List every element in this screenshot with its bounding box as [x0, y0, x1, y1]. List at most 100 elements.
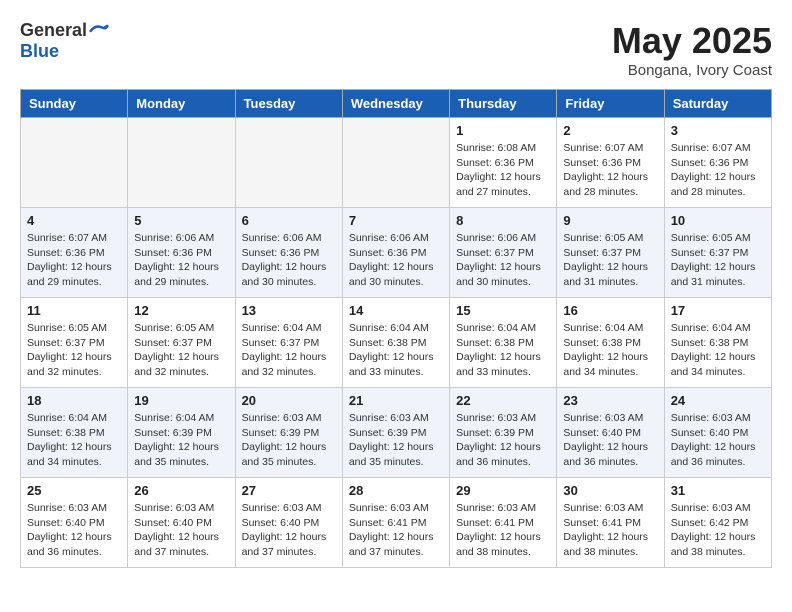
calendar-cell: 6Sunrise: 6:06 AM Sunset: 6:36 PM Daylig… [235, 208, 342, 298]
day-info: Sunrise: 6:07 AM Sunset: 6:36 PM Dayligh… [27, 231, 121, 290]
day-number: 8 [456, 213, 550, 228]
day-number: 25 [27, 483, 121, 498]
week-row: 11 Sunrise: 6:05 AM Sunset: 6:37 PM Dayli… [21, 298, 772, 388]
day-number: 16 [563, 303, 657, 318]
day-info: Sunrise: 6:04 AM Sunset: 6:39 PM Dayligh… [134, 411, 228, 470]
day-info: Sunrise: 6:03 AM Sunset: 6:40 PM Dayligh… [134, 501, 228, 560]
calendar-cell: 1Sunrise: 6:08 AM Sunset: 6:36 PM Daylig… [450, 118, 557, 208]
day-number: 13 [242, 303, 336, 318]
calendar-cell: 9 Sunrise: 6:05 AM Sunset: 6:37 PM Daylig… [557, 208, 664, 298]
day-number: 9 [563, 213, 657, 228]
day-number: 19 [134, 393, 228, 408]
day-info: Sunrise: 6:03 AM Sunset: 6:41 PM Dayligh… [456, 501, 550, 560]
page-header: General Blue May 2025 Bongana, Ivory Coa… [20, 20, 772, 79]
day-info: Sunrise: 6:06 AM Sunset: 6:36 PM Dayligh… [349, 231, 443, 290]
logo: General Blue [20, 20, 109, 62]
day-number: 31 [671, 483, 765, 498]
column-header-sunday: Sunday [21, 90, 128, 118]
calendar-cell [235, 118, 342, 208]
day-number: 26 [134, 483, 228, 498]
day-number: 14 [349, 303, 443, 318]
month-title: May 2025 [612, 20, 772, 62]
calendar-cell: 24 Sunrise: 6:03 AM Sunset: 6:40 PM Dayli… [664, 388, 771, 478]
day-number: 12 [134, 303, 228, 318]
calendar-cell: 28 Sunrise: 6:03 AM Sunset: 6:41 PM Dayli… [342, 478, 449, 568]
calendar-cell [128, 118, 235, 208]
calendar-cell: 29Sunrise: 6:03 AM Sunset: 6:41 PM Dayli… [450, 478, 557, 568]
calendar-cell: 13 Sunrise: 6:04 AM Sunset: 6:37 PM Dayli… [235, 298, 342, 388]
day-info: Sunrise: 6:05 AM Sunset: 6:37 PM Dayligh… [563, 231, 657, 290]
day-info: Sunrise: 6:03 AM Sunset: 6:42 PM Dayligh… [671, 501, 765, 560]
calendar-cell: 5 Sunrise: 6:06 AM Sunset: 6:36 PM Daylig… [128, 208, 235, 298]
logo-general-text: General [20, 20, 87, 41]
calendar-cell: 16 Sunrise: 6:04 AM Sunset: 6:38 PM Dayli… [557, 298, 664, 388]
day-number: 24 [671, 393, 765, 408]
calendar-cell: 8 Sunrise: 6:06 AM Sunset: 6:37 PM Daylig… [450, 208, 557, 298]
day-number: 30 [563, 483, 657, 498]
day-number: 11 [27, 303, 121, 318]
calendar-cell: 22Sunrise: 6:03 AM Sunset: 6:39 PM Dayli… [450, 388, 557, 478]
column-header-saturday: Saturday [664, 90, 771, 118]
calendar-cell: 19 Sunrise: 6:04 AM Sunset: 6:39 PM Dayli… [128, 388, 235, 478]
day-number: 2 [563, 123, 657, 138]
title-block: May 2025 Bongana, Ivory Coast [612, 20, 772, 79]
calendar-table: SundayMondayTuesdayWednesdayThursdayFrid… [20, 89, 772, 568]
day-number: 18 [27, 393, 121, 408]
day-number: 28 [349, 483, 443, 498]
calendar-cell: 10 Sunrise: 6:05 AM Sunset: 6:37 PM Dayli… [664, 208, 771, 298]
calendar-cell: 30 Sunrise: 6:03 AM Sunset: 6:41 PM Dayli… [557, 478, 664, 568]
column-header-friday: Friday [557, 90, 664, 118]
week-row: 18Sunrise: 6:04 AM Sunset: 6:38 PM Dayli… [21, 388, 772, 478]
day-number: 23 [563, 393, 657, 408]
day-info: Sunrise: 6:04 AM Sunset: 6:38 PM Dayligh… [563, 321, 657, 380]
day-number: 3 [671, 123, 765, 138]
column-header-monday: Monday [128, 90, 235, 118]
calendar-header-row: SundayMondayTuesdayWednesdayThursdayFrid… [21, 90, 772, 118]
column-header-thursday: Thursday [450, 90, 557, 118]
day-info: Sunrise: 6:06 AM Sunset: 6:37 PM Dayligh… [456, 231, 550, 290]
day-info: Sunrise: 6:04 AM Sunset: 6:37 PM Dayligh… [242, 321, 336, 380]
day-info: Sunrise: 6:03 AM Sunset: 6:39 PM Dayligh… [242, 411, 336, 470]
week-row: 25 Sunrise: 6:03 AM Sunset: 6:40 PM Dayli… [21, 478, 772, 568]
day-info: Sunrise: 6:05 AM Sunset: 6:37 PM Dayligh… [134, 321, 228, 380]
day-info: Sunrise: 6:03 AM Sunset: 6:40 PM Dayligh… [27, 501, 121, 560]
calendar-cell: 23 Sunrise: 6:03 AM Sunset: 6:40 PM Dayli… [557, 388, 664, 478]
day-number: 4 [27, 213, 121, 228]
day-number: 7 [349, 213, 443, 228]
day-info: Sunrise: 6:03 AM Sunset: 6:40 PM Dayligh… [671, 411, 765, 470]
day-number: 27 [242, 483, 336, 498]
logo-blue-text: Blue [20, 41, 59, 62]
calendar-cell: 15 Sunrise: 6:04 AM Sunset: 6:38 PM Dayli… [450, 298, 557, 388]
calendar-cell: 7 Sunrise: 6:06 AM Sunset: 6:36 PM Daylig… [342, 208, 449, 298]
calendar-cell: 31 Sunrise: 6:03 AM Sunset: 6:42 PM Dayli… [664, 478, 771, 568]
calendar-cell: 27Sunrise: 6:03 AM Sunset: 6:40 PM Dayli… [235, 478, 342, 568]
day-info: Sunrise: 6:05 AM Sunset: 6:37 PM Dayligh… [671, 231, 765, 290]
calendar-cell: 26 Sunrise: 6:03 AM Sunset: 6:40 PM Dayli… [128, 478, 235, 568]
day-number: 10 [671, 213, 765, 228]
day-info: Sunrise: 6:08 AM Sunset: 6:36 PM Dayligh… [456, 141, 550, 200]
calendar-cell: 21Sunrise: 6:03 AM Sunset: 6:39 PM Dayli… [342, 388, 449, 478]
calendar-cell: 17 Sunrise: 6:04 AM Sunset: 6:38 PM Dayli… [664, 298, 771, 388]
day-info: Sunrise: 6:04 AM Sunset: 6:38 PM Dayligh… [456, 321, 550, 380]
calendar-cell: 4 Sunrise: 6:07 AM Sunset: 6:36 PM Daylig… [21, 208, 128, 298]
column-header-tuesday: Tuesday [235, 90, 342, 118]
day-info: Sunrise: 6:04 AM Sunset: 6:38 PM Dayligh… [671, 321, 765, 380]
day-info: Sunrise: 6:03 AM Sunset: 6:39 PM Dayligh… [456, 411, 550, 470]
day-info: Sunrise: 6:06 AM Sunset: 6:36 PM Dayligh… [134, 231, 228, 290]
calendar-cell: 25 Sunrise: 6:03 AM Sunset: 6:40 PM Dayli… [21, 478, 128, 568]
calendar-cell: 2 Sunrise: 6:07 AM Sunset: 6:36 PM Daylig… [557, 118, 664, 208]
day-info: Sunrise: 6:03 AM Sunset: 6:41 PM Dayligh… [563, 501, 657, 560]
calendar-cell: 3Sunrise: 6:07 AM Sunset: 6:36 PM Daylig… [664, 118, 771, 208]
calendar-cell: 14Sunrise: 6:04 AM Sunset: 6:38 PM Dayli… [342, 298, 449, 388]
day-number: 5 [134, 213, 228, 228]
week-row: 1Sunrise: 6:08 AM Sunset: 6:36 PM Daylig… [21, 118, 772, 208]
week-row: 4 Sunrise: 6:07 AM Sunset: 6:36 PM Daylig… [21, 208, 772, 298]
logo-icon [89, 21, 109, 41]
day-info: Sunrise: 6:03 AM Sunset: 6:40 PM Dayligh… [563, 411, 657, 470]
day-number: 17 [671, 303, 765, 318]
day-info: Sunrise: 6:03 AM Sunset: 6:41 PM Dayligh… [349, 501, 443, 560]
day-number: 20 [242, 393, 336, 408]
calendar-cell: 11Sunrise: 6:05 AM Sunset: 6:37 PM Dayli… [21, 298, 128, 388]
day-info: Sunrise: 6:07 AM Sunset: 6:36 PM Dayligh… [563, 141, 657, 200]
day-number: 15 [456, 303, 550, 318]
